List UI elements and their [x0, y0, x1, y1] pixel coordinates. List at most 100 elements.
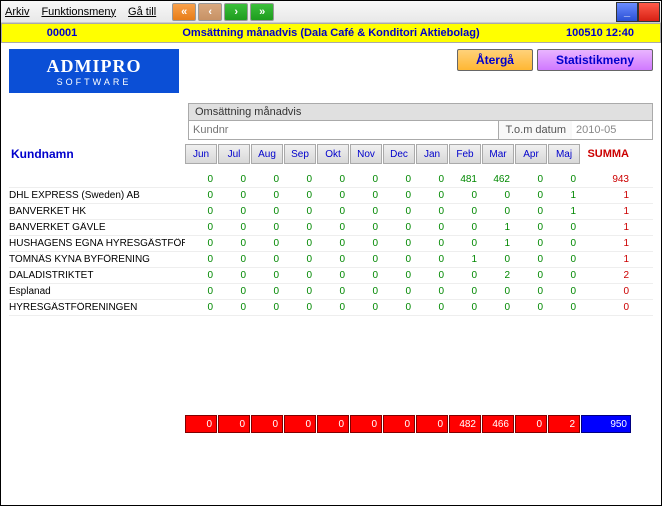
nav-last-icon[interactable]: » [250, 3, 274, 21]
nav-first-icon[interactable]: « [172, 3, 196, 21]
cell: 0 [350, 270, 382, 281]
row-sum: 943 [581, 174, 631, 185]
nav-next-icon[interactable]: › [224, 3, 248, 21]
cell: 0 [185, 222, 217, 233]
col-aug[interactable]: Aug [251, 144, 283, 164]
cell: 0 [416, 286, 448, 297]
cell: 0 [251, 302, 283, 313]
cell: 0 [383, 174, 415, 185]
cell: 0 [548, 286, 580, 297]
col-okt[interactable]: Okt [317, 144, 349, 164]
cell: 0 [416, 254, 448, 265]
cell: 0 [548, 238, 580, 249]
kundnr-input[interactable] [189, 121, 498, 139]
minimize-icon[interactable]: _ [616, 2, 638, 22]
nav-prev-icon[interactable]: ‹ [198, 3, 222, 21]
cell: 0 [515, 302, 547, 313]
cell: 0 [317, 190, 349, 201]
cell: 0 [482, 302, 514, 313]
cell: 0 [284, 270, 316, 281]
col-jul[interactable]: Jul [218, 144, 250, 164]
row-name: BANVERKET HK [9, 206, 185, 217]
col-dec[interactable]: Dec [383, 144, 415, 164]
row-name: DHL EXPRESS (Sweden) AB [9, 190, 185, 201]
cell: 0 [416, 190, 448, 201]
menu-funktionsmeny[interactable]: Funktionsmeny [41, 6, 116, 18]
cell: 0 [416, 270, 448, 281]
cell: 0 [284, 286, 316, 297]
cell: 0 [185, 302, 217, 313]
cell: 1 [482, 238, 514, 249]
cell: 0 [284, 238, 316, 249]
stats-menu-button[interactable]: Statistikmeny [537, 49, 653, 71]
row-sum: 1 [581, 254, 631, 265]
return-button[interactable]: Återgå [457, 49, 533, 71]
filter-title: Omsättning månadvis [188, 103, 653, 121]
total-cell: 0 [218, 415, 250, 433]
total-cell: 482 [449, 415, 481, 433]
menubar: Arkiv Funktionsmeny Gå till « ‹ › » _ [1, 1, 661, 23]
col-feb[interactable]: Feb [449, 144, 481, 164]
cell: 0 [449, 286, 481, 297]
table-row: 0000000048146200943 [9, 172, 653, 188]
cell: 0 [482, 206, 514, 217]
table-header: Kundnamn JunJulAugSepOktNovDecJanFebMarA… [9, 144, 653, 164]
col-apr[interactable]: Apr [515, 144, 547, 164]
total-cell: 0 [284, 415, 316, 433]
row-sum: 1 [581, 238, 631, 249]
cell: 1 [449, 254, 481, 265]
total-cell: 0 [383, 415, 415, 433]
cell: 0 [251, 270, 283, 281]
row-sum: 0 [581, 286, 631, 297]
table-row: TOMNÄS KYNA BYFÖRENING 0000000010001 [9, 252, 653, 268]
cell: 0 [383, 254, 415, 265]
total-cell: 0 [251, 415, 283, 433]
col-jun[interactable]: Jun [185, 144, 217, 164]
table-row: HUSHAGENS EGNA HYRESGÄSTFÖR0000000001001 [9, 236, 653, 252]
col-sep[interactable]: Sep [284, 144, 316, 164]
status-id: 00001 [2, 27, 122, 39]
table-row: DALADISTRIKTET0000000002002 [9, 268, 653, 284]
close-icon[interactable] [638, 2, 660, 22]
cell: 0 [350, 286, 382, 297]
row-sum: 1 [581, 206, 631, 217]
cell: 0 [317, 270, 349, 281]
cell: 0 [482, 254, 514, 265]
menu-arkiv[interactable]: Arkiv [5, 6, 29, 18]
col-summa: SUMMA [581, 148, 631, 160]
cell: 0 [218, 302, 250, 313]
cell: 0 [317, 238, 349, 249]
cell: 0 [416, 222, 448, 233]
cell: 1 [548, 190, 580, 201]
cell: 0 [350, 254, 382, 265]
cell: 0 [383, 222, 415, 233]
cell: 0 [449, 302, 481, 313]
cell: 0 [350, 302, 382, 313]
cell: 0 [218, 206, 250, 217]
cell: 0 [548, 222, 580, 233]
col-jan[interactable]: Jan [416, 144, 448, 164]
cell: 0 [416, 206, 448, 217]
menu-goto[interactable]: Gå till [128, 6, 156, 18]
cell: 0 [449, 238, 481, 249]
col-mar[interactable]: Mar [482, 144, 514, 164]
cell: 0 [251, 286, 283, 297]
cell: 0 [383, 238, 415, 249]
app-logo: ADMIPRO SOFTWARE [9, 49, 179, 93]
tom-date-input[interactable] [572, 121, 652, 139]
grand-total: 950 [581, 415, 631, 433]
col-maj[interactable]: Maj [548, 144, 580, 164]
cell: 0 [482, 190, 514, 201]
cell: 0 [284, 222, 316, 233]
cell: 0 [515, 254, 547, 265]
col-nov[interactable]: Nov [350, 144, 382, 164]
cell: 0 [383, 190, 415, 201]
cell: 0 [284, 174, 316, 185]
cell: 0 [251, 222, 283, 233]
cell: 0 [218, 174, 250, 185]
cell: 0 [449, 190, 481, 201]
cell: 0 [515, 190, 547, 201]
row-name: TOMNÄS KYNA BYFÖRENING [9, 254, 185, 265]
cell: 0 [515, 286, 547, 297]
row-name: DALADISTRIKTET [9, 270, 185, 281]
